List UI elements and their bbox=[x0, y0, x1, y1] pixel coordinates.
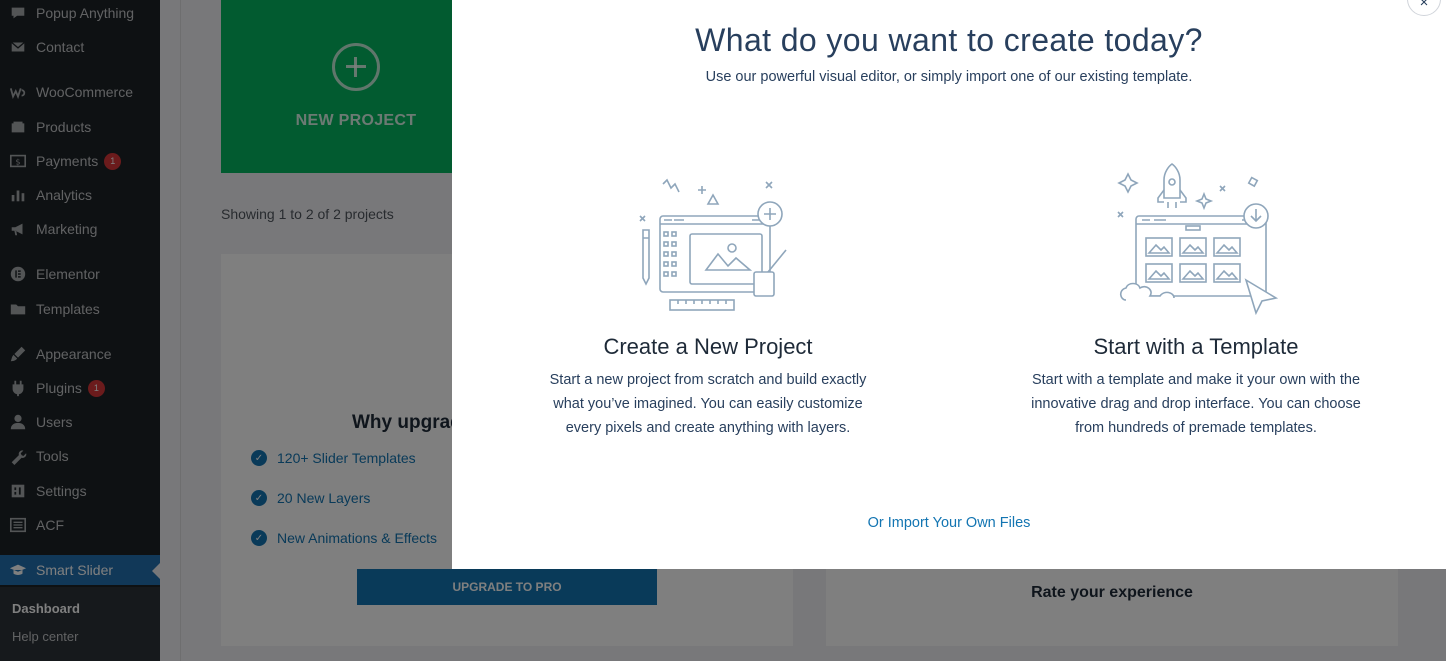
option-title: Create a New Project bbox=[603, 334, 813, 359]
create-modal: × What do you want to create today? Use … bbox=[452, 0, 1446, 569]
option-description-line: innovative drag and drop interface. You … bbox=[1031, 396, 1361, 412]
option-description: Start with a template and make it your o… bbox=[1006, 368, 1386, 440]
close-button[interactable]: × bbox=[1407, 0, 1441, 16]
modal-title: What do you want to create today? bbox=[695, 22, 1203, 58]
option-title: Start with a Template bbox=[1093, 334, 1299, 359]
modal-subtitle: Use our powerful visual editor, or simpl… bbox=[705, 69, 1193, 85]
option-description-line: Start with a template and make it your o… bbox=[1031, 372, 1361, 388]
option-description-line: every pixels and create anything with la… bbox=[565, 420, 851, 436]
start-with-template-option[interactable]: Start with a Template Start with a templ… bbox=[1006, 150, 1386, 450]
option-description-line: Start a new project from scratch and bui… bbox=[549, 372, 867, 388]
import-files-link-wrapper: Or Import Your Own Files bbox=[452, 515, 1446, 531]
close-icon: × bbox=[1419, 0, 1429, 11]
template-illustration-icon bbox=[1117, 163, 1279, 316]
new-project-illustration-icon bbox=[639, 178, 787, 311]
create-new-project-option[interactable]: Create a New Project Start a new project… bbox=[518, 150, 898, 450]
import-files-link[interactable]: Or Import Your Own Files bbox=[868, 515, 1031, 531]
option-description-line: from hundreds of premade templates. bbox=[1075, 420, 1317, 436]
option-description: Start a new project from scratch and bui… bbox=[518, 368, 898, 440]
option-description-line: what you’ve imagined. You can easily cus… bbox=[553, 396, 863, 412]
